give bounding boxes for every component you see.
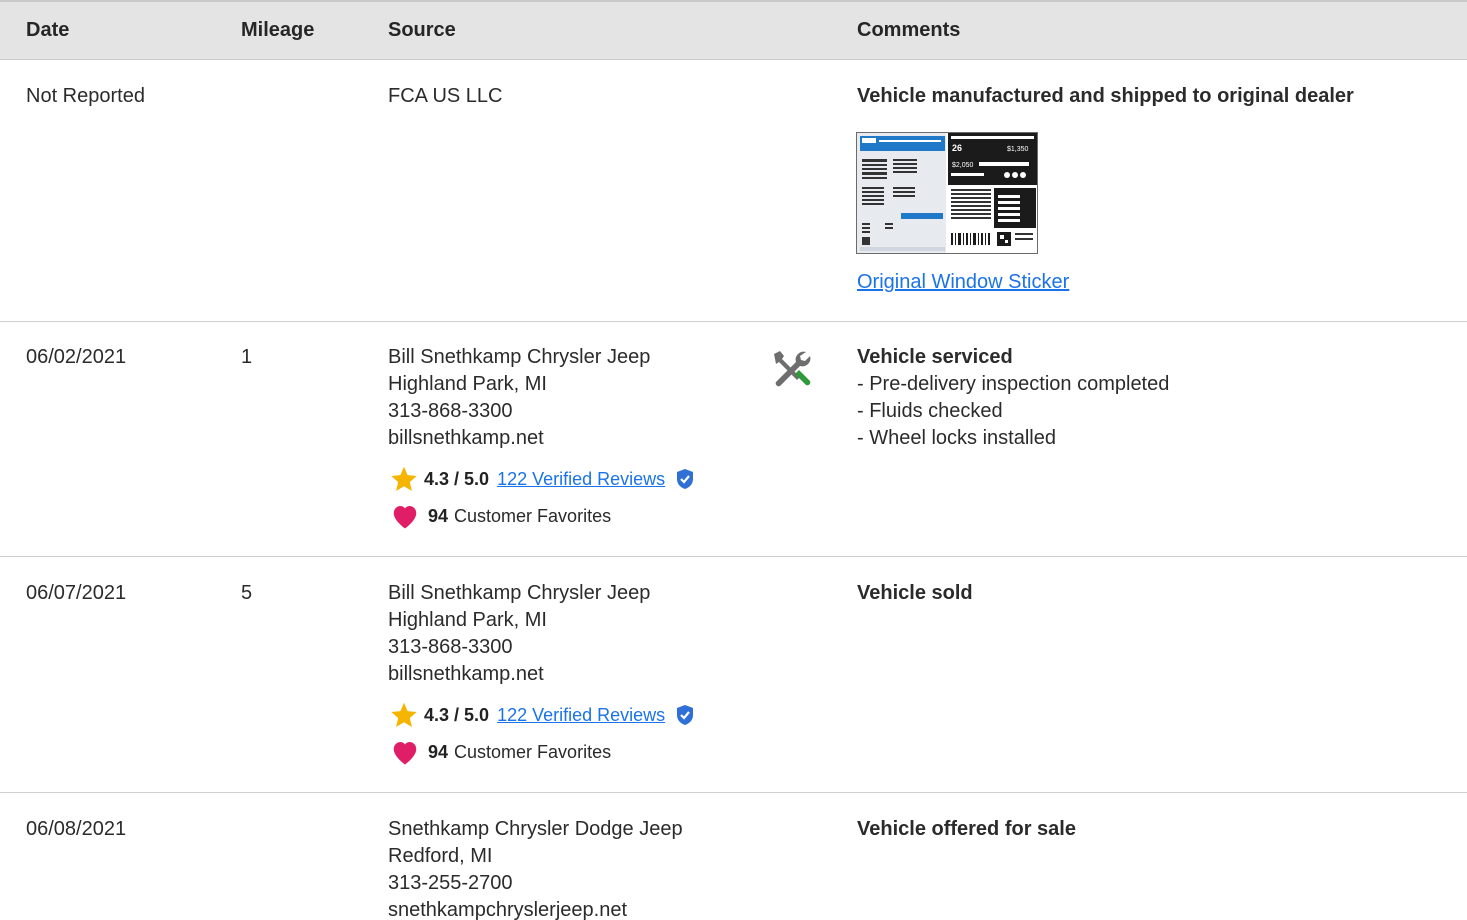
- rating-value: 4.3 / 5.0: [424, 704, 490, 725]
- comment-title: Vehicle serviced: [857, 346, 1013, 368]
- row-source: Snethkamp Chrysler Dodge Jeep Redford, M…: [388, 816, 683, 920]
- row-date: 06/08/2021: [26, 818, 127, 840]
- comment-item: - Pre-delivery inspection completed: [857, 373, 1170, 395]
- verified-shield-icon: [677, 705, 694, 725]
- source-phone: 313-868-3300: [388, 400, 513, 422]
- comment-title: Vehicle sold: [857, 582, 973, 604]
- heart-icon: [393, 742, 417, 765]
- source-website: billsnethkamp.net: [388, 663, 544, 685]
- rating-value: 4.3 / 5.0: [424, 468, 490, 489]
- source-name: Bill Snethkamp Chrysler Jeep: [388, 346, 651, 368]
- source-name: Bill Snethkamp Chrysler Jeep: [388, 582, 651, 604]
- verified-reviews-link[interactable]: 122 Verified Reviews: [497, 469, 665, 490]
- verified-shield-icon: [677, 469, 694, 489]
- sticker-price-b: $2,050: [952, 162, 974, 169]
- table-row: [0, 557, 1467, 793]
- row-source: Bill Snethkamp Chrysler Jeep Highland Pa…: [388, 580, 650, 688]
- source-name: FCA US LLC: [388, 85, 503, 107]
- dealer-rating: 4.3 / 5.0 122 Verified Reviews: [390, 701, 695, 729]
- source-location: Redford, MI: [388, 845, 493, 867]
- comment-title: Vehicle offered for sale: [857, 818, 1076, 840]
- comment-item: - Wheel locks installed: [857, 427, 1056, 449]
- table-row: [0, 793, 1467, 920]
- favorites-count: 94: [428, 505, 449, 526]
- window-sticker-thumbnail[interactable]: 26 $1,350 $2,050: [856, 132, 1038, 254]
- customer-favorites: 94 Customer Favorites: [390, 738, 611, 766]
- source-website: snethkampchryslerjeep.net: [388, 899, 628, 920]
- original-window-sticker-link[interactable]: Original Window Sticker: [857, 271, 1069, 294]
- favorites-count: 94: [428, 741, 449, 762]
- sticker-mpg: 26: [952, 143, 962, 153]
- heart-icon: [393, 506, 417, 529]
- comment-item: - Fluids checked: [857, 400, 1003, 422]
- header-comments: Comments: [857, 19, 961, 41]
- row-source: FCA US LLC: [388, 83, 502, 110]
- favorites-label: Customer Favorites: [454, 741, 612, 762]
- table-header: Date Mileage Source Comments: [0, 0, 1467, 60]
- header-source: Source: [388, 19, 456, 41]
- header-date: Date: [26, 19, 70, 41]
- wrench-screwdriver-icon: [770, 348, 812, 390]
- star-icon: [391, 702, 417, 728]
- sticker-price-a: $1,350: [1007, 146, 1029, 153]
- source-phone: 313-255-2700: [388, 872, 513, 894]
- source-location: Highland Park, MI: [388, 373, 547, 395]
- row-comments: Vehicle serviced - Pre-delivery inspecti…: [857, 344, 1169, 452]
- favorites-label: Customer Favorites: [454, 505, 612, 526]
- row-date: Not Reported: [26, 85, 145, 107]
- comment-title: Vehicle manufactured and shipped to orig…: [857, 85, 1354, 107]
- row-mileage: 5: [241, 582, 253, 604]
- customer-favorites: 94 Customer Favorites: [390, 502, 611, 530]
- source-website: billsnethkamp.net: [388, 427, 544, 449]
- source-location: Highland Park, MI: [388, 609, 547, 631]
- verified-reviews-link[interactable]: 122 Verified Reviews: [497, 705, 665, 726]
- star-icon: [391, 466, 417, 492]
- row-date: 06/02/2021: [26, 346, 127, 368]
- row-mileage: 1: [241, 346, 253, 368]
- dealer-rating: 4.3 / 5.0 122 Verified Reviews: [390, 465, 695, 493]
- source-phone: 313-868-3300: [388, 636, 513, 658]
- row-date: 06/07/2021: [26, 582, 127, 604]
- row-source: Bill Snethkamp Chrysler Jeep Highland Pa…: [388, 344, 650, 452]
- table-row: [0, 322, 1467, 557]
- header-mileage: Mileage: [241, 19, 315, 41]
- source-name: Snethkamp Chrysler Dodge Jeep: [388, 818, 683, 840]
